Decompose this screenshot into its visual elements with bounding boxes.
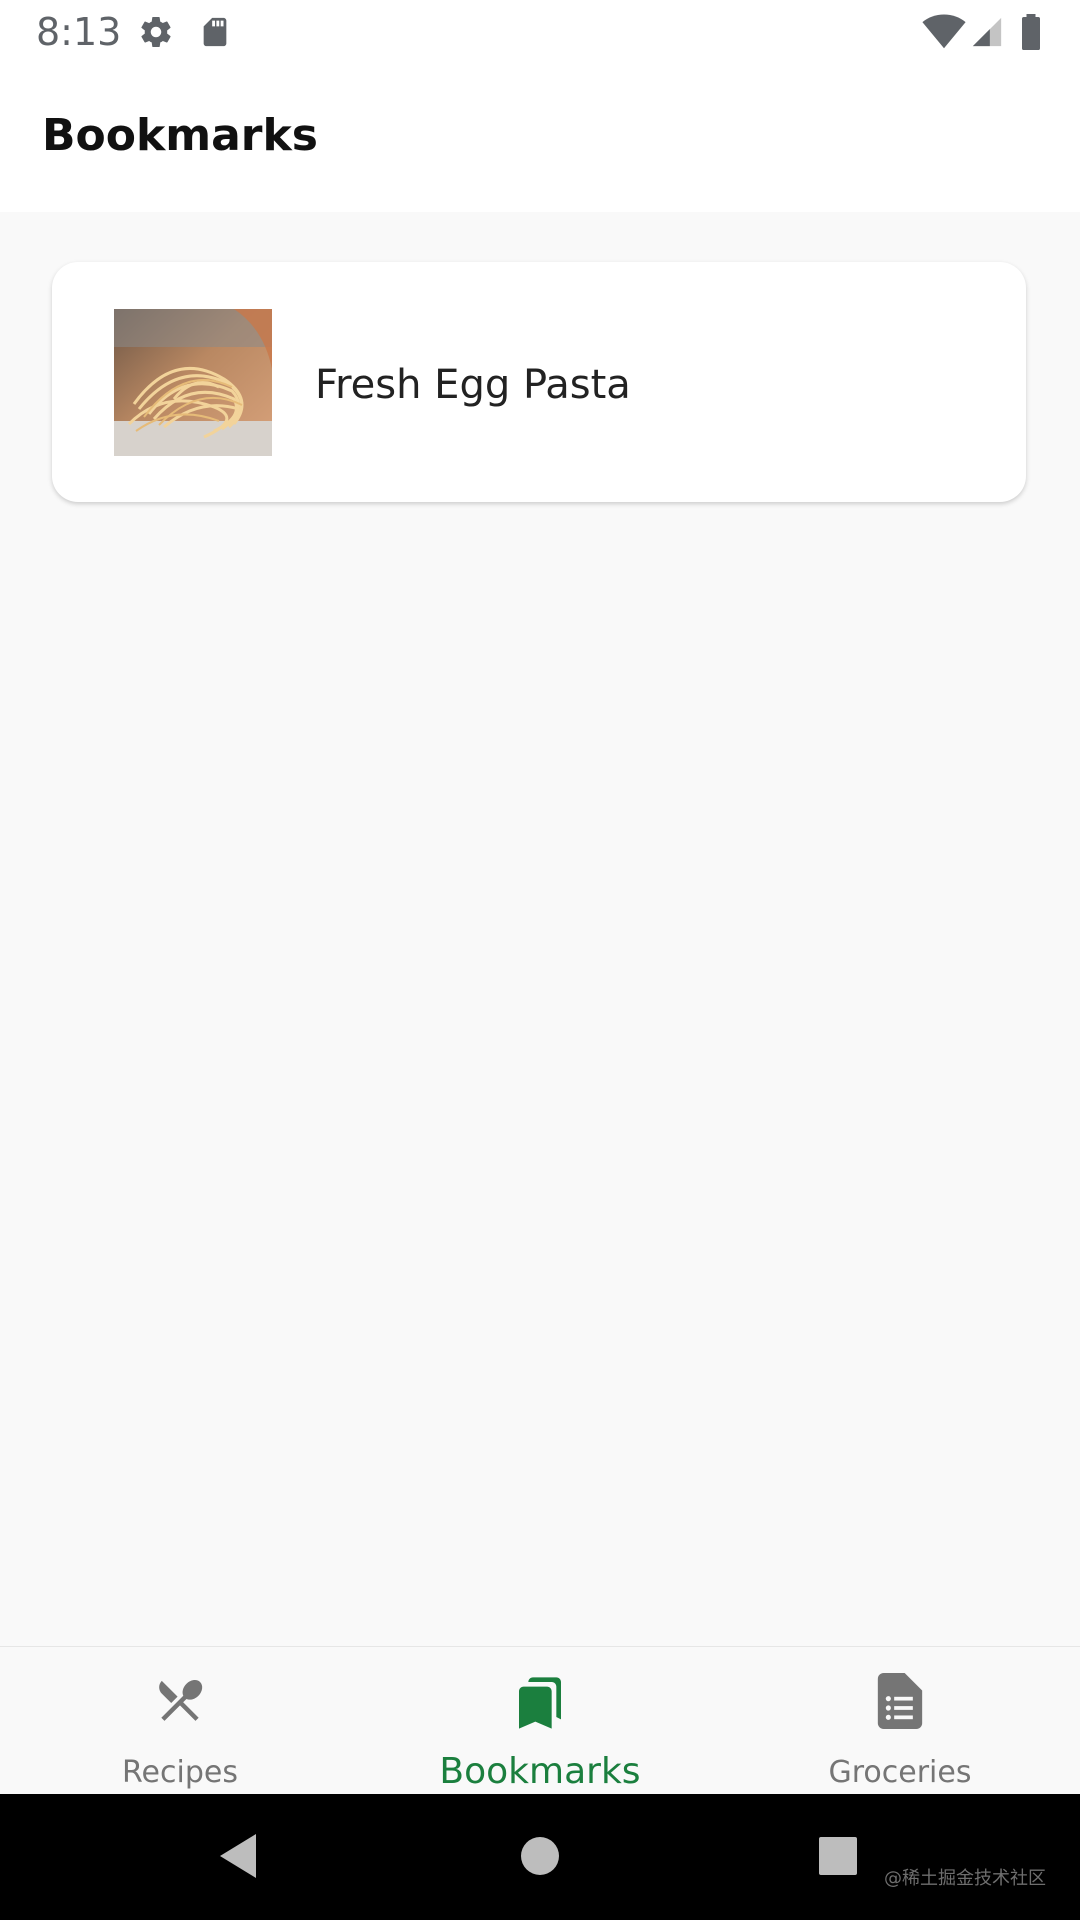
- nav-item-bookmarks[interactable]: Bookmarks: [360, 1647, 720, 1795]
- nav-label-recipes: Recipes: [122, 1755, 238, 1790]
- home-icon[interactable]: [520, 1832, 560, 1885]
- nav-item-groceries[interactable]: Groceries: [720, 1647, 1080, 1795]
- battery-icon: [1020, 14, 1042, 55]
- fork-knife-icon: [153, 1673, 207, 1732]
- wifi-icon: [922, 14, 966, 55]
- bookmark-card[interactable]: Fresh Egg Pasta: [52, 262, 1026, 502]
- back-icon[interactable]: [218, 1832, 258, 1885]
- page-title: Bookmarks: [42, 110, 318, 161]
- system-navigation-bar: @稀土掘金技术社区: [0, 1794, 1080, 1920]
- nav-label-bookmarks: Bookmarks: [439, 1751, 641, 1792]
- document-list-icon: [875, 1673, 925, 1734]
- bookmark-list: Fresh Egg Pasta: [0, 212, 1080, 1646]
- status-time: 8:13: [36, 10, 122, 54]
- signal-icon: [970, 14, 1004, 55]
- bottom-navigation: Recipes Bookmarks Groceries: [0, 1646, 1080, 1795]
- nav-item-recipes[interactable]: Recipes: [0, 1647, 360, 1795]
- app-bar: Bookmarks: [0, 64, 1080, 212]
- bookmarks-icon: [512, 1673, 568, 1738]
- pasta-thumbnail: [114, 309, 272, 456]
- recents-icon[interactable]: [818, 1832, 858, 1885]
- watermark: @稀土掘金技术社区: [884, 1868, 1046, 1889]
- bookmark-title: Fresh Egg Pasta: [315, 362, 631, 408]
- settings-icon: [138, 14, 174, 55]
- status-bar: 8:13: [0, 0, 1080, 64]
- nav-label-groceries: Groceries: [828, 1755, 972, 1790]
- sd-card-icon: [198, 14, 232, 55]
